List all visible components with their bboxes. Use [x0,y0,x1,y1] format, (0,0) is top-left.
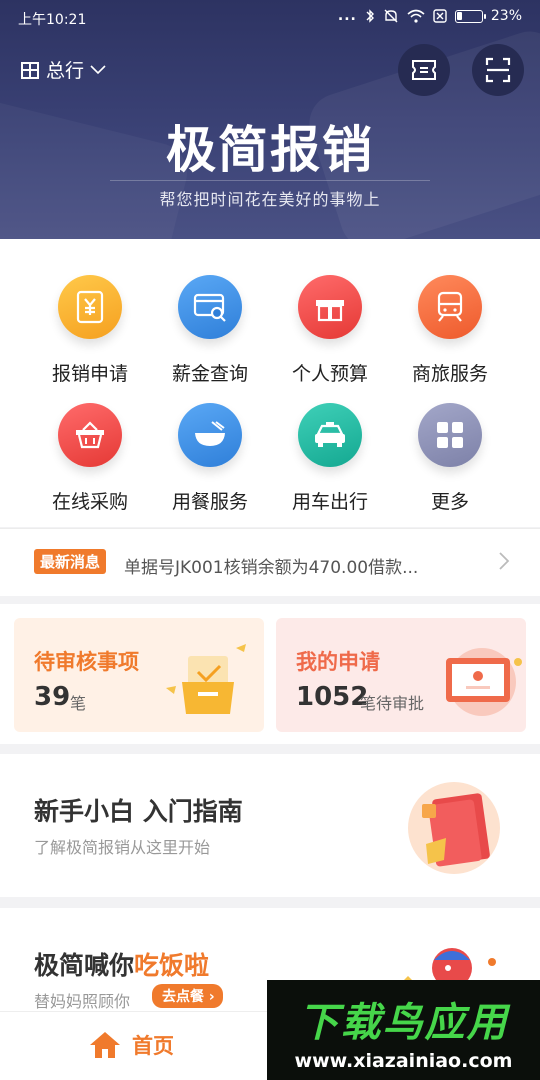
card-count: 39 [34,682,71,712]
nav-home-label: 首页 [132,1034,174,1058]
header-banner: 上午10:21 ... 23% 总行 极简报销 帮您把时间花在美好的事物上 [0,0,540,239]
beginner-guide[interactable]: 新手小白 入门指南 了解极简报销从这里开始 [0,754,540,897]
order-food-label: 去点餐 [162,989,204,1005]
grid-item-purchase[interactable]: 在线采购 [30,403,150,514]
brand-title: 极简报销 [166,121,374,179]
grid-item-reimburse[interactable]: 报销申请 [30,275,150,386]
card-search-icon [178,275,242,339]
building-icon [21,61,39,79]
grid-label: 个人预算 [291,363,368,385]
grid-label: 用餐服务 [171,491,248,513]
branch-selector[interactable]: 总行 [20,56,106,83]
grid-item-salary[interactable]: 薪金查询 [150,275,270,386]
home-icon [90,1032,120,1058]
sim-off-icon [433,9,447,23]
status-bar: 上午10:21 ... 23% [0,0,540,34]
news-text: 单据号JK001核销余额为470.00借款... [124,558,419,578]
train-icon [418,275,482,339]
watermark-url: www.xiazainiao.com [294,1050,513,1072]
function-grid: 报销申请 薪金查询 个人预算 商旅服务 在线采购 用餐服务 用车出行 更多 [0,239,540,527]
pending-review-card[interactable]: 待审核事项 39 笔 [14,618,264,732]
status-icons: ... 23% [338,8,522,24]
application-form-icon [446,648,522,716]
card-count: 1052 [296,682,369,712]
grid-item-more[interactable]: 更多 [390,403,510,514]
wifi-icon [407,9,425,23]
basket-icon [58,403,122,467]
bluetooth-icon [366,9,374,23]
battery-percent: 23% [490,8,522,24]
gift-box-icon [298,275,362,339]
taxi-icon [298,403,362,467]
card-unit: 笔 [70,694,87,713]
ticket-icon [412,60,436,80]
slogan: 帮您把时间花在美好的事物上 [159,190,381,209]
watermark-logo: 下载鸟应用 www.xiazainiao.com [267,980,540,1080]
guide-subtitle: 了解极简报销从这里开始 [34,838,211,857]
grid-label: 在线采购 [51,491,128,513]
battery-icon [454,9,486,23]
nav-home[interactable]: 首页 [88,1030,174,1060]
grid-label: 报销申请 [51,363,128,385]
grid-more-icon [418,403,482,467]
guide-title: 新手小白 入门指南 [34,797,243,826]
order-food-button[interactable]: 去点餐 › [152,984,223,1008]
grid-item-travel[interactable]: 商旅服务 [390,275,510,386]
grid-item-car[interactable]: 用车出行 [270,403,390,514]
summary-cards: 待审核事项 39 笔 我的申请 1052 笔待审批 [0,604,540,744]
meal-subtitle: 替妈妈照顾你 [34,992,131,1011]
branch-label: 总行 [46,60,85,82]
scan-button[interactable] [472,44,524,96]
my-applications-card[interactable]: 我的申请 1052 笔待审批 [276,618,526,732]
signal-dots: ... [337,8,357,24]
news-badge: 最新消息 [34,549,107,574]
divider [110,180,430,181]
card-title: 待审核事项 [34,650,139,674]
news-bar[interactable]: 最新消息 单据号JK001核销余额为470.00借款... [0,528,540,596]
ticket-button[interactable] [398,44,450,96]
status-time: 上午10:21 [18,12,87,28]
grid-label: 更多 [430,491,469,513]
receipt-yen-icon [58,275,122,339]
meal-title-highlight: 吃饭啦 [134,951,210,980]
meal-title: 极简喊你吃饭啦 [34,946,209,982]
grid-label: 薪金查询 [171,363,248,385]
chevron-down-icon [90,64,106,74]
bowl-icon [178,403,242,467]
grid-item-dining[interactable]: 用餐服务 [150,403,270,514]
chevron-right-icon [499,552,510,570]
grid-item-budget[interactable]: 个人预算 [270,275,390,386]
grid-label: 商旅服务 [411,363,488,385]
card-title: 我的申请 [296,650,380,674]
card-unit: 笔待审批 [360,694,425,713]
scan-icon [485,57,511,83]
grid-label: 用车出行 [291,491,368,513]
mute-icon [384,9,398,23]
book-icon [408,782,500,874]
watermark-text: 下载鸟应用 [298,1000,509,1046]
inbox-doc-icon [166,644,246,714]
meal-title-prefix: 极简喊你 [34,951,135,980]
